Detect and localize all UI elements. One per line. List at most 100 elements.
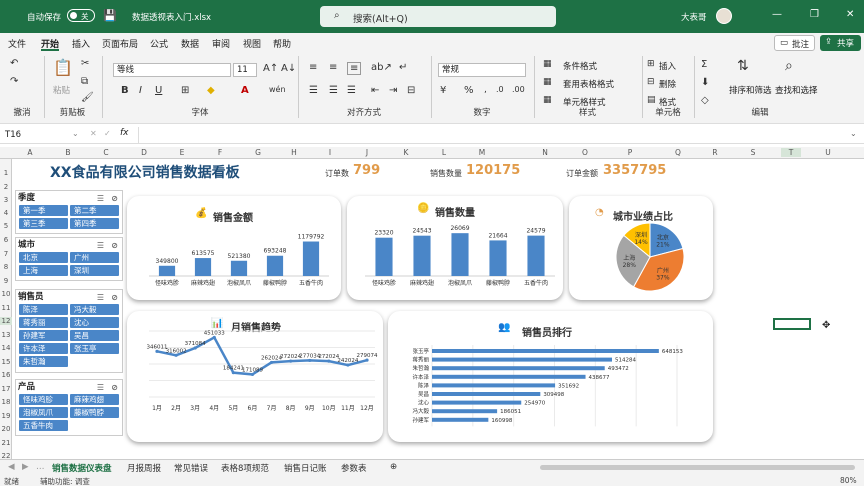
slicer-item[interactable]: 麻辣鸡翅: [70, 394, 119, 405]
column-header[interactable]: G: [248, 148, 268, 157]
decimal-increase-icon[interactable]: .0: [496, 85, 504, 94]
add-sheet-icon[interactable]: ⊕: [390, 462, 397, 472]
column-header[interactable]: E: [172, 148, 192, 157]
autosave-toggle[interactable]: 关: [67, 9, 95, 22]
number-format-select[interactable]: 常规: [438, 63, 526, 77]
column-header[interactable]: K: [396, 148, 416, 157]
row-header[interactable]: 17: [0, 385, 12, 393]
slicer-item[interactable]: 深圳: [70, 265, 119, 276]
align-left-icon[interactable]: ☰: [309, 85, 318, 96]
row-header[interactable]: 20: [0, 425, 12, 433]
decimal-decrease-icon[interactable]: .00: [512, 85, 525, 94]
slicer-item[interactable]: 冯大毅: [70, 304, 119, 315]
column-header[interactable]: P: [620, 148, 640, 157]
slicer-item[interactable]: 第一季: [19, 205, 68, 216]
tab-file[interactable]: 文件: [8, 37, 26, 50]
undo-icon[interactable]: ↶: [10, 58, 18, 69]
indent-increase-icon[interactable]: ⇥: [389, 85, 397, 96]
row-header[interactable]: 13: [0, 331, 12, 339]
font-shrink-icon[interactable]: A↓: [281, 63, 296, 74]
slicer-item[interactable]: 北京: [19, 252, 68, 263]
row-header[interactable]: 5: [0, 222, 12, 230]
wrap-text-icon[interactable]: ↵: [399, 62, 407, 73]
paste-icon[interactable]: 📋: [53, 58, 73, 77]
sheet-tab-errors[interactable]: 常见错误: [174, 462, 208, 474]
tab-insert[interactable]: 插入: [72, 37, 90, 50]
selected-cell[interactable]: [773, 318, 811, 330]
find-select-button[interactable]: 查找和选择: [775, 84, 818, 96]
fill-icon[interactable]: ⬇: [701, 77, 709, 88]
clear-filter-icon[interactable]: ⊘: [111, 381, 118, 395]
tab-help[interactable]: 帮助: [273, 37, 291, 50]
clear-icon[interactable]: ◇: [701, 95, 709, 106]
insert-cells-button[interactable]: 插入: [659, 60, 676, 72]
align-center-icon[interactable]: ☰: [329, 85, 338, 96]
formula-input[interactable]: [138, 127, 844, 143]
paste-label[interactable]: 粘贴: [53, 84, 70, 96]
slicer-item[interactable]: 蒋秀丽: [19, 317, 68, 328]
row-header[interactable]: 18: [0, 398, 12, 406]
expand-formula-icon[interactable]: ⌄: [850, 129, 857, 138]
orientation-icon[interactable]: ab↗: [371, 62, 392, 73]
column-header[interactable]: F: [210, 148, 230, 157]
multi-select-icon[interactable]: ☰: [97, 381, 104, 395]
slicer-item[interactable]: 沈心: [70, 317, 119, 328]
column-header[interactable]: J: [357, 148, 377, 157]
row-header[interactable]: 10: [0, 290, 12, 298]
tab-data[interactable]: 数据: [181, 37, 199, 50]
slicer-item[interactable]: 第三季: [19, 218, 68, 229]
multi-select-icon[interactable]: ☰: [97, 239, 104, 253]
italic-icon[interactable]: I: [139, 85, 142, 96]
merge-icon[interactable]: ⊟: [407, 85, 415, 96]
slicer-item[interactable]: 吴昌: [70, 330, 119, 341]
next-sheet-icon[interactable]: ▶: [22, 462, 29, 472]
slicer-item[interactable]: 第四季: [70, 218, 119, 229]
column-header[interactable]: Q: [668, 148, 688, 157]
copy-icon[interactable]: ⧉: [81, 76, 88, 87]
row-header[interactable]: 4: [0, 209, 12, 217]
clear-filter-icon[interactable]: ⊘: [111, 291, 118, 305]
align-top-icon[interactable]: ≡: [309, 62, 317, 73]
conditional-format-button[interactable]: 条件格式: [563, 60, 597, 72]
format-as-table-button[interactable]: 套用表格格式: [563, 78, 614, 90]
row-header[interactable]: 6: [0, 236, 12, 244]
slicer-item[interactable]: 上海: [19, 265, 68, 276]
enter-icon[interactable]: ✓: [104, 129, 111, 138]
avatar[interactable]: [716, 8, 732, 24]
row-header[interactable]: 12: [0, 317, 12, 325]
column-header[interactable]: H: [284, 148, 304, 157]
clear-filter-icon[interactable]: ⊘: [111, 192, 118, 206]
slicer-item[interactable]: 朱哲瀚: [19, 356, 68, 367]
tab-review[interactable]: 审阅: [212, 37, 230, 50]
format-painter-icon[interactable]: 🖌: [81, 92, 94, 103]
indent-decrease-icon[interactable]: ⇤: [371, 85, 379, 96]
slicer-item[interactable]: 广州: [70, 252, 119, 263]
comma-icon[interactable]: ,: [484, 85, 487, 95]
tab-page-layout[interactable]: 页面布局: [102, 37, 138, 50]
column-header[interactable]: U: [818, 148, 838, 157]
phonetic-icon[interactable]: wén: [269, 85, 286, 94]
cut-icon[interactable]: ✂: [81, 58, 89, 69]
align-bottom-icon[interactable]: ≡: [347, 62, 362, 75]
slicer-item[interactable]: 孙建军: [19, 330, 68, 341]
zoom-level[interactable]: 80%: [840, 476, 857, 485]
row-header[interactable]: 3: [0, 196, 12, 204]
delete-cells-button[interactable]: 删除: [659, 78, 676, 90]
column-header[interactable]: R: [705, 148, 725, 157]
percent-icon[interactable]: %: [464, 85, 474, 96]
sheet-tab-journal[interactable]: 销售日记账: [284, 462, 327, 474]
column-header-selected[interactable]: T: [781, 148, 801, 157]
align-middle-icon[interactable]: ≡: [329, 62, 337, 73]
accessibility-status[interactable]: 辅助功能: 调查: [40, 476, 90, 487]
column-header[interactable]: C: [96, 148, 116, 157]
namebox-dropdown-icon[interactable]: ⌄: [72, 129, 79, 138]
sheet-tab-params[interactable]: 参数表: [341, 462, 367, 474]
redo-icon[interactable]: ↷: [10, 76, 18, 87]
column-header[interactable]: S: [743, 148, 763, 157]
slicer-item[interactable]: 藤椒鸭脖: [70, 407, 119, 418]
font-grow-icon[interactable]: A↑: [263, 63, 278, 74]
bold-icon[interactable]: B: [121, 85, 129, 96]
autosum-icon[interactable]: Σ: [701, 59, 707, 70]
fill-color-icon[interactable]: ◆: [207, 85, 215, 96]
prev-sheet-icon[interactable]: ◀: [8, 462, 15, 472]
